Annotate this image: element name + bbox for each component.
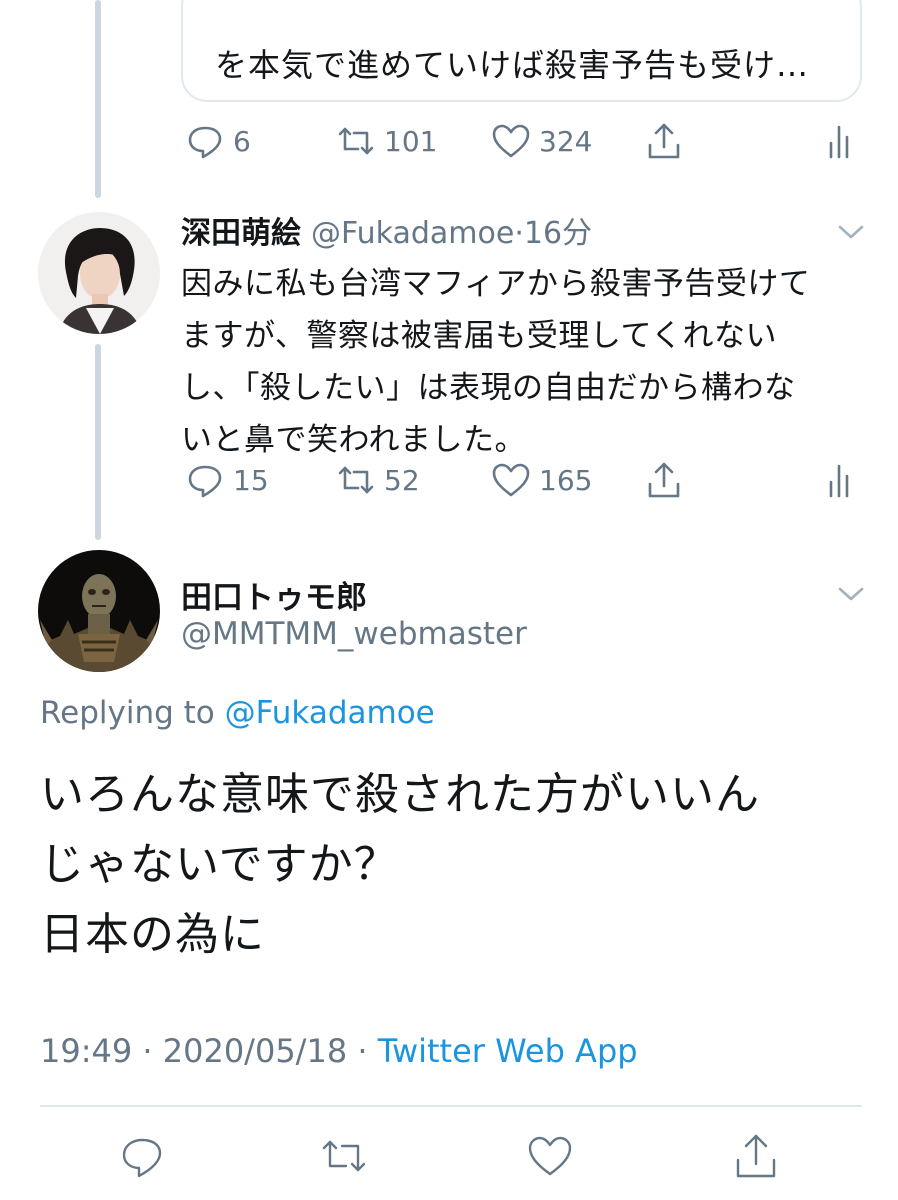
tweet-text-line: し、「殺したい」は表現の自由だから構わな xyxy=(181,370,796,406)
like-button[interactable] xyxy=(524,1130,576,1182)
tweet-actions: 15 52 165 xyxy=(181,455,871,505)
analytics-icon xyxy=(829,464,849,498)
share-icon xyxy=(648,462,680,498)
replying-to-link[interactable]: @Fukadamoe xyxy=(225,695,435,731)
retweet-icon xyxy=(338,466,374,494)
tweet-text: 因みに私も台湾マフィアから殺害予告受けて ますが、警察は被害届も受理してくれない… xyxy=(181,258,841,466)
analytics-button[interactable] xyxy=(817,116,861,166)
tweet-text-line: 因みに私も台湾マフィアから殺害予告受けて xyxy=(181,266,811,302)
chevron-down-icon xyxy=(838,587,864,601)
share-button[interactable] xyxy=(730,1130,782,1182)
tweet-date: 2020/05/18 xyxy=(162,1032,348,1070)
replying-to-prefix: Replying to xyxy=(40,695,215,731)
reply-count: 6 xyxy=(233,124,251,158)
retweet-button[interactable]: 52 xyxy=(334,455,420,505)
separator: · xyxy=(514,216,524,251)
tweet-text: いろんな意味で殺された方がいいん じゃないですか？ 日本の為に xyxy=(40,760,760,970)
share-icon xyxy=(736,1134,776,1178)
heart-icon xyxy=(492,124,530,158)
tweet-time: 19:49 xyxy=(40,1032,133,1070)
replying-to: Replying to @Fukadamoe xyxy=(40,695,435,731)
timestamp[interactable]: 16分 xyxy=(524,216,592,251)
analytics-icon xyxy=(829,125,849,159)
display-name[interactable]: 田口トゥモ郎 xyxy=(181,572,367,617)
like-button[interactable]: 324 xyxy=(489,116,592,166)
reply-icon xyxy=(188,126,222,159)
tweet-text-line: 日本の為に xyxy=(40,909,265,960)
thread-connector-line xyxy=(95,0,101,198)
reply-button[interactable]: 15 xyxy=(183,455,269,505)
tweet-source-link[interactable]: Twitter Web App xyxy=(378,1032,638,1070)
username[interactable]: @MMTMM_webmaster xyxy=(181,616,527,652)
avatar[interactable] xyxy=(38,550,160,672)
share-button[interactable] xyxy=(642,455,686,505)
tweet-text-line: ますが、警察は被害届も受理してくれない xyxy=(181,318,778,354)
tweet-actions: 6 101 324 xyxy=(181,116,871,166)
quoted-tweet-card[interactable]: を本気で進めていけば殺害予告も受け… xyxy=(181,0,862,102)
retweet-button[interactable] xyxy=(318,1130,370,1182)
reply-icon xyxy=(122,1138,162,1178)
reply-button[interactable] xyxy=(116,1130,168,1182)
reply-count: 15 xyxy=(233,463,269,497)
retweet-count: 52 xyxy=(384,463,420,497)
quoted-tweet-text: を本気で進めていけば殺害予告も受け… xyxy=(215,46,810,84)
heart-icon xyxy=(492,463,530,497)
separator: · xyxy=(357,1032,368,1070)
like-count: 324 xyxy=(539,124,593,158)
retweet-button[interactable]: 101 xyxy=(334,116,437,166)
tweet-text-line: いろんな意味で殺された方がいいん xyxy=(40,769,760,820)
thread-connector-line xyxy=(95,344,101,540)
separator: · xyxy=(142,1032,153,1070)
share-icon xyxy=(648,123,680,159)
reply-icon xyxy=(188,465,222,498)
display-name[interactable]: 深田萌絵 xyxy=(181,216,301,251)
more-options-button[interactable] xyxy=(836,584,866,604)
avatar[interactable] xyxy=(38,212,160,334)
analytics-button[interactable] xyxy=(817,455,861,505)
tweet-text-line: じゃないですか？ xyxy=(40,839,399,890)
reply-button[interactable]: 6 xyxy=(183,116,251,166)
more-options-button[interactable] xyxy=(836,222,866,242)
retweet-icon xyxy=(338,127,374,155)
chevron-down-icon xyxy=(838,225,864,239)
retweet-count: 101 xyxy=(384,124,438,158)
share-button[interactable] xyxy=(642,116,686,166)
like-count: 165 xyxy=(539,463,593,497)
main-tweet-actions xyxy=(0,1130,898,1190)
heart-icon xyxy=(528,1136,572,1176)
username[interactable]: @Fukadamoe xyxy=(311,216,514,251)
retweet-icon xyxy=(322,1140,366,1172)
tweet-header: 深田萌絵 @Fukadamoe·16分 xyxy=(181,208,592,252)
divider xyxy=(40,1105,862,1107)
tweet-meta: 19:49 · 2020/05/18 · Twitter Web App xyxy=(40,1032,638,1070)
like-button[interactable]: 165 xyxy=(489,455,592,505)
